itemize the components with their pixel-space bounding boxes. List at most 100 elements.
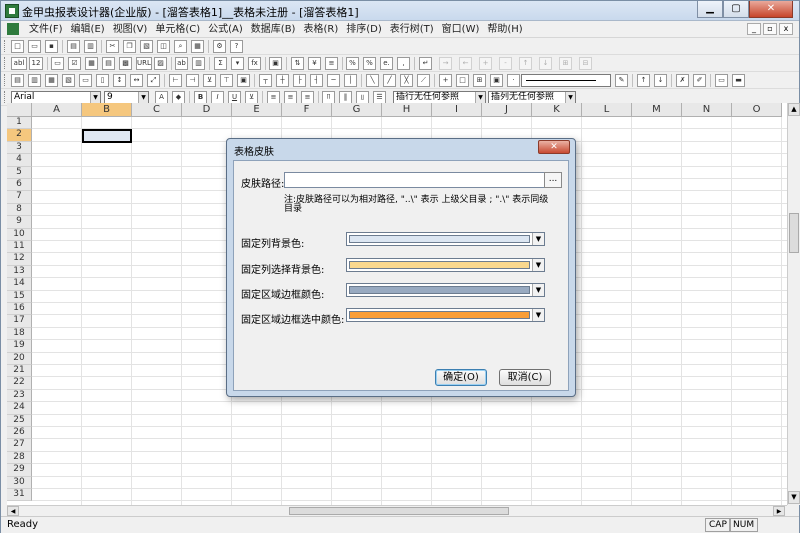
- close-button[interactable]: ✕: [749, 1, 793, 18]
- column-header[interactable]: C: [132, 103, 182, 117]
- wrap-icon[interactable]: ↵: [419, 57, 432, 70]
- menu-item[interactable]: 文件(F): [25, 23, 67, 36]
- border-vertical-icon[interactable]: │: [344, 74, 357, 87]
- row-header[interactable]: 28: [7, 451, 32, 465]
- chevron-down-icon[interactable]: ▼: [90, 92, 100, 103]
- row-header[interactable]: 7: [7, 191, 32, 204]
- skin-path-input[interactable]: [284, 172, 546, 188]
- barcode-icon[interactable]: ▥: [192, 57, 205, 70]
- menu-item[interactable]: 数据库(B): [247, 23, 300, 36]
- border-left-icon[interactable]: ├: [293, 74, 306, 87]
- row-header[interactable]: 11: [7, 241, 32, 254]
- row-header[interactable]: 1: [7, 117, 32, 130]
- column-header[interactable]: M: [632, 103, 682, 117]
- row-header[interactable]: 9: [7, 216, 32, 229]
- no-border-icon[interactable]: ·: [507, 74, 520, 87]
- decimal-icon[interactable]: e.: [380, 57, 393, 70]
- fixed-col-sel-bg-select[interactable]: ▼: [346, 258, 545, 272]
- border-horizontal-icon[interactable]: ─: [327, 74, 340, 87]
- fixed-area-border-sel-select[interactable]: ▼: [346, 308, 545, 322]
- split-icon[interactable]: ⊢: [169, 74, 182, 87]
- maximize-button[interactable]: ▢: [723, 1, 749, 18]
- column-header[interactable]: B: [82, 103, 132, 117]
- column-header[interactable]: N: [682, 103, 732, 117]
- row-header[interactable]: 2: [7, 129, 32, 142]
- percent-fraction-icon[interactable]: %: [346, 57, 359, 70]
- checkbox-control-icon[interactable]: ☑: [68, 57, 81, 70]
- row-header[interactable]: 13: [7, 265, 32, 279]
- scroll-left-icon[interactable]: ◀: [7, 506, 19, 516]
- scroll-up-icon[interactable]: ▲: [788, 103, 800, 116]
- chevron-down-icon[interactable]: ▼: [138, 92, 148, 103]
- row-header[interactable]: 8: [7, 203, 32, 217]
- calendar-icon[interactable]: ▣: [237, 74, 250, 87]
- row-header[interactable]: 6: [7, 179, 32, 192]
- outer-border-icon[interactable]: □: [456, 74, 469, 87]
- fixed-area-border-select[interactable]: ▼: [346, 283, 545, 297]
- mdi-restore-button[interactable]: ▫: [763, 23, 777, 35]
- ok-button[interactable]: 确定(O): [435, 369, 487, 386]
- column-header[interactable]: J: [482, 103, 532, 117]
- row-header[interactable]: 15: [7, 290, 32, 303]
- fit-icon[interactable]: ⤢: [147, 74, 160, 87]
- comma-icon[interactable]: ,: [397, 57, 410, 70]
- row-header[interactable]: 5: [7, 166, 32, 179]
- export-icon[interactable]: ▦: [191, 40, 204, 53]
- column-header[interactable]: E: [232, 103, 282, 117]
- mdi-minimize-button[interactable]: _: [747, 23, 761, 35]
- sort-ascending-icon[interactable]: ↑: [637, 74, 650, 87]
- all-borders-icon[interactable]: ⊞: [473, 74, 486, 87]
- copy-icon[interactable]: ❐: [123, 40, 136, 53]
- border-box-icon[interactable]: ┼: [276, 74, 289, 87]
- unmerge-icon[interactable]: ▯: [96, 74, 109, 87]
- vertical-scroll-thumb[interactable]: [789, 213, 799, 253]
- title-bar[interactable]: 金甲虫报表设计器(企业版) - [溜答表格1]__表格未注册 - [溜答表格1]…: [1, 1, 799, 21]
- chevron-down-icon[interactable]: ▼: [565, 92, 575, 103]
- thick-border-icon[interactable]: ▣: [490, 74, 503, 87]
- menu-item[interactable]: 公式(A): [204, 23, 247, 36]
- document-icon[interactable]: [7, 23, 19, 35]
- group-icon[interactable]: ⊤: [220, 74, 233, 87]
- column-header[interactable]: G: [332, 103, 382, 117]
- print-preview-icon[interactable]: ◫: [157, 40, 170, 53]
- help-icon[interactable]: ?: [230, 40, 243, 53]
- column-header[interactable]: A: [32, 103, 82, 117]
- minimize-button[interactable]: ▁: [697, 1, 723, 18]
- insert-row-icon[interactable]: ▤: [11, 74, 24, 87]
- fixed-col-bg-select[interactable]: ▼: [346, 232, 545, 246]
- toolbar-grip[interactable]: [4, 57, 7, 69]
- border-top-icon[interactable]: ┬: [259, 74, 272, 87]
- number-field-icon[interactable]: 12: [29, 57, 43, 70]
- table-control-icon[interactable]: ▤: [102, 57, 115, 70]
- menu-item[interactable]: 视图(V): [109, 23, 152, 36]
- chevron-down-icon[interactable]: ▼: [475, 92, 485, 103]
- save-sheet-icon[interactable]: ▥: [84, 40, 97, 53]
- column-header[interactable]: D: [182, 103, 232, 117]
- menu-item[interactable]: 表行树(T): [386, 23, 438, 36]
- percent-icon[interactable]: %: [363, 57, 376, 70]
- line-style-select[interactable]: [521, 74, 611, 87]
- chevron-down-icon[interactable]: ▼: [532, 233, 544, 245]
- diagonal-up-icon[interactable]: ╱: [383, 74, 396, 87]
- row-header[interactable]: 14: [7, 278, 32, 291]
- diagonal-cross-icon[interactable]: ╳: [400, 74, 413, 87]
- button-control-icon[interactable]: ▭: [51, 57, 64, 70]
- delete-col-icon[interactable]: ▧: [62, 74, 75, 87]
- mdi-close-button[interactable]: x: [779, 23, 793, 35]
- column-header[interactable]: K: [532, 103, 582, 117]
- chevron-down-icon[interactable]: ▼: [532, 309, 544, 321]
- row-header[interactable]: 16: [7, 303, 32, 316]
- row-header[interactable]: 22: [7, 377, 32, 390]
- new-file-icon[interactable]: □: [11, 40, 24, 53]
- insert-col-icon[interactable]: ▦: [45, 74, 58, 87]
- merge-icon[interactable]: ▭: [79, 74, 92, 87]
- dialog-close-button[interactable]: ✕: [538, 140, 570, 154]
- diagonal-down-icon[interactable]: ╲: [366, 74, 379, 87]
- sort-descending-icon[interactable]: ↓: [654, 74, 667, 87]
- row-header[interactable]: 19: [7, 340, 32, 353]
- horizontal-scrollbar[interactable]: ◀ ▶: [7, 505, 787, 516]
- clear-icon[interactable]: ✗: [676, 74, 689, 87]
- cut-icon[interactable]: ✂: [106, 40, 119, 53]
- sum-icon[interactable]: Σ: [214, 57, 227, 70]
- row-header[interactable]: 21: [7, 365, 32, 378]
